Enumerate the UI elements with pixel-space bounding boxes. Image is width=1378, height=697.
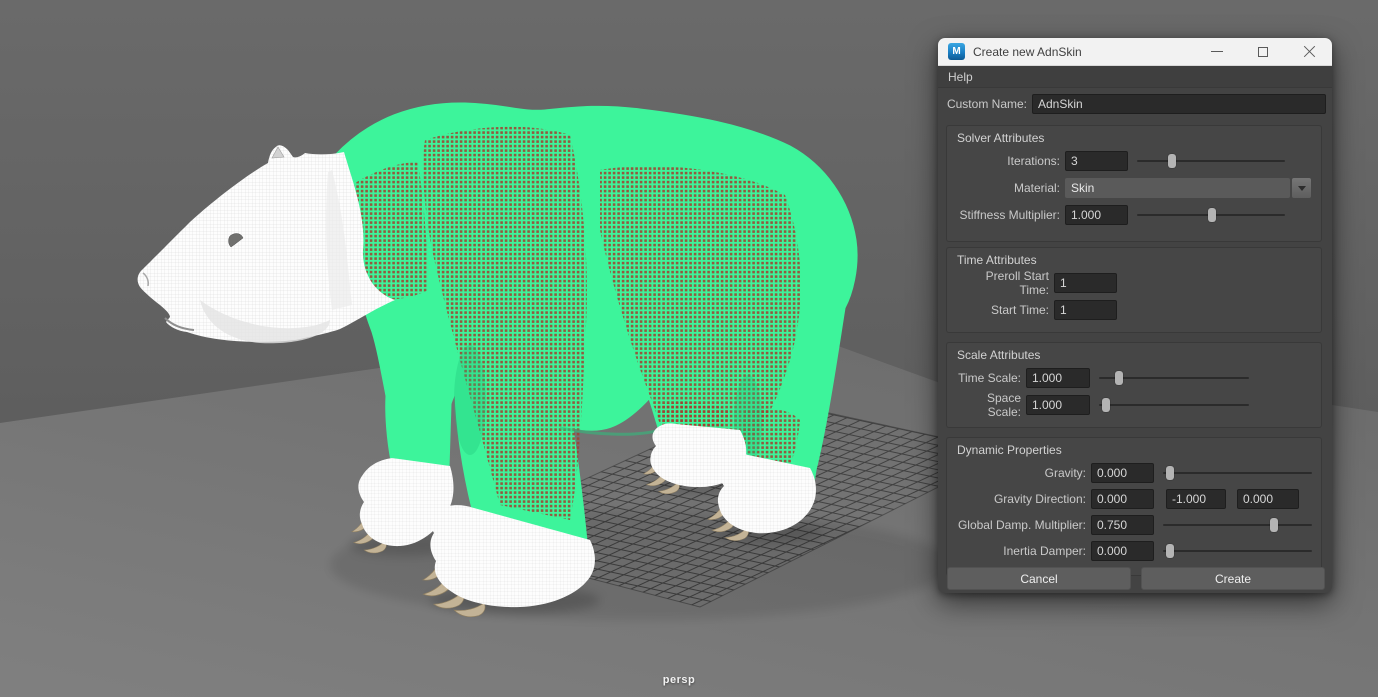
gravity-input[interactable] — [1091, 463, 1154, 483]
chevron-down-icon — [1298, 186, 1306, 195]
global-damp-label: Global Damp. Multiplier: — [953, 518, 1091, 532]
slider-handle[interactable] — [1166, 466, 1174, 480]
slider-track — [1099, 404, 1249, 406]
slider-handle[interactable] — [1168, 154, 1176, 168]
material-label: Material: — [953, 181, 1065, 195]
inertia-damper-input[interactable] — [1091, 541, 1154, 561]
maya-app-icon: M — [948, 43, 965, 60]
gravity-direction-label: Gravity Direction: — [953, 492, 1091, 506]
group-dynamic-properties: Dynamic Properties Gravity: Gravity Dire… — [946, 437, 1322, 576]
dialog-title: Create new AdnSkin — [973, 45, 1082, 59]
material-dropdown[interactable]: Skin — [1065, 178, 1290, 198]
stiffness-label: Stiffness Multiplier: — [953, 208, 1065, 222]
dialog-titlebar[interactable]: M Create new AdnSkin — [938, 38, 1332, 66]
slider-track — [1163, 472, 1312, 474]
slider-handle[interactable] — [1166, 544, 1174, 558]
dialog-body: Custom Name: Solver Attributes Iteration… — [938, 88, 1332, 593]
inertia-damper-slider[interactable] — [1163, 544, 1312, 558]
global-damp-input[interactable] — [1091, 515, 1154, 535]
gravity-direction-x-input[interactable] — [1091, 489, 1154, 509]
group-title: Dynamic Properties — [957, 443, 1062, 457]
iterations-input[interactable] — [1065, 151, 1128, 171]
iterations-slider[interactable] — [1137, 154, 1285, 168]
global-damp-slider[interactable] — [1163, 518, 1312, 532]
dialog-menubar: Help — [938, 66, 1332, 88]
time-scale-slider[interactable] — [1099, 371, 1249, 385]
maya-viewport-screenshot: persp M Create new AdnSkin Help Custom N… — [0, 0, 1378, 697]
group-solver-attributes: Solver Attributes Iterations: Material: … — [946, 125, 1322, 242]
preroll-start-time-input[interactable] — [1054, 273, 1117, 293]
gravity-slider[interactable] — [1163, 466, 1312, 480]
create-adnskin-dialog: M Create new AdnSkin Help Custom Name: S… — [938, 38, 1332, 593]
slider-handle[interactable] — [1270, 518, 1278, 532]
maximize-icon — [1258, 47, 1268, 57]
maximize-button[interactable] — [1246, 38, 1280, 66]
slider-track — [1163, 524, 1312, 526]
material-dropdown-arrow-button[interactable] — [1292, 178, 1311, 198]
custom-name-label: Custom Name: — [946, 97, 1032, 111]
camera-label: persp — [647, 674, 711, 686]
group-title: Scale Attributes — [957, 348, 1040, 362]
slider-handle[interactable] — [1208, 208, 1216, 222]
group-time-attributes: Time Attributes Preroll Start Time: Star… — [946, 247, 1322, 333]
dialog-footer: Cancel Create — [947, 567, 1325, 590]
slider-handle[interactable] — [1115, 371, 1123, 385]
gravity-direction-y-input[interactable] — [1166, 489, 1226, 509]
preroll-start-time-label: Preroll Start Time: — [953, 269, 1054, 297]
time-scale-label: Time Scale: — [953, 371, 1026, 385]
inertia-damper-label: Inertia Damper: — [953, 544, 1091, 558]
slider-handle[interactable] — [1102, 398, 1110, 412]
close-icon — [1303, 45, 1316, 58]
space-scale-slider[interactable] — [1099, 398, 1249, 412]
group-title: Time Attributes — [957, 253, 1037, 267]
stiffness-input[interactable] — [1065, 205, 1128, 225]
iterations-label: Iterations: — [953, 154, 1065, 168]
custom-name-input[interactable] — [1032, 94, 1326, 114]
window-controls — [1188, 38, 1332, 66]
cancel-button[interactable]: Cancel — [947, 567, 1131, 590]
slider-track — [1163, 550, 1312, 552]
gravity-direction-z-input[interactable] — [1237, 489, 1299, 509]
material-value: Skin — [1071, 181, 1094, 195]
gravity-label: Gravity: — [953, 466, 1091, 480]
space-scale-label: Space Scale: — [953, 391, 1026, 419]
create-button[interactable]: Create — [1141, 567, 1325, 590]
space-scale-input[interactable] — [1026, 395, 1090, 415]
minimize-button[interactable] — [1200, 38, 1234, 66]
stiffness-slider[interactable] — [1137, 208, 1285, 222]
menu-help[interactable]: Help — [948, 70, 973, 84]
group-title: Solver Attributes — [957, 131, 1044, 145]
time-scale-input[interactable] — [1026, 368, 1090, 388]
close-button[interactable] — [1292, 38, 1326, 66]
slider-track — [1137, 160, 1285, 162]
minimize-icon — [1211, 51, 1223, 52]
group-scale-attributes: Scale Attributes Time Scale: Space Scale… — [946, 342, 1322, 428]
start-time-label: Start Time: — [953, 303, 1054, 317]
start-time-input[interactable] — [1054, 300, 1117, 320]
